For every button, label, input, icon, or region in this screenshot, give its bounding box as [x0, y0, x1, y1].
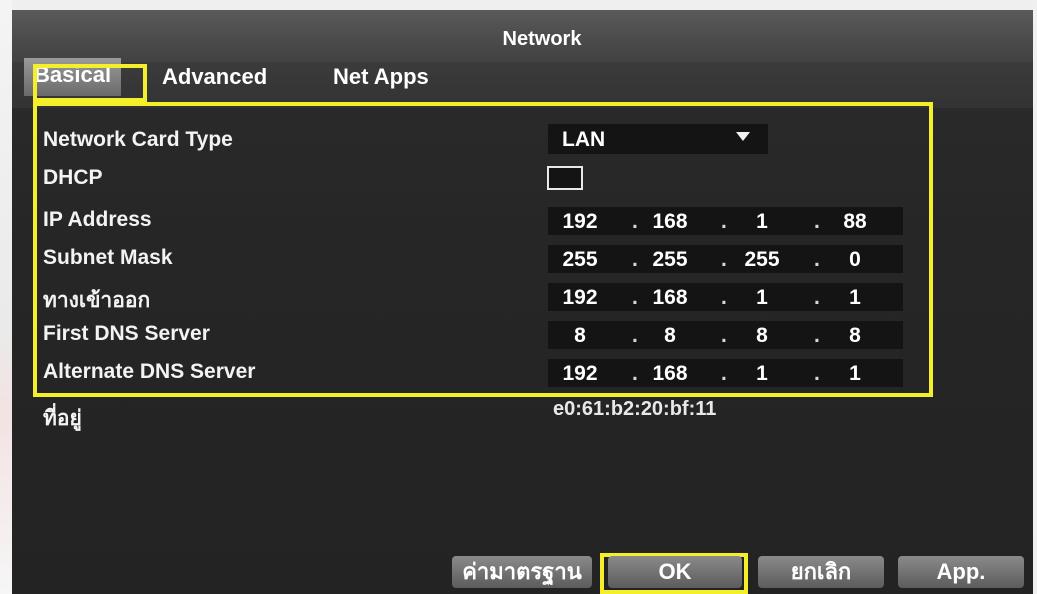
first-dns-octet-1[interactable]: 8 [556, 324, 604, 348]
tab-advanced[interactable]: Advanced [162, 64, 267, 90]
photo-border-left [0, 0, 12, 594]
chevron-down-icon [736, 132, 750, 141]
mac-address-value: e0:61:b2:20:bf:11 [553, 398, 717, 420]
tab-net-apps[interactable]: Net Apps [333, 64, 429, 90]
alternate-dns-label: Alternate DNS Server [43, 360, 256, 383]
subnet-mask-label: Subnet Mask [43, 246, 173, 269]
network-card-type-select[interactable]: LAN [548, 124, 768, 154]
ip-separator: . [814, 210, 820, 233]
dhcp-label: DHCP [43, 166, 103, 189]
gateway-octet-4[interactable]: 1 [831, 286, 879, 310]
ip-separator: . [721, 248, 727, 271]
subnet-mask-octet-3[interactable]: 255 [738, 248, 786, 272]
basical-tab-highlight [33, 64, 147, 102]
ip-separator: . [632, 286, 638, 309]
alternate-dns-octet-1[interactable]: 192 [556, 362, 604, 386]
subnet-mask-octet-1[interactable]: 255 [556, 248, 604, 272]
ip-separator: . [632, 210, 638, 233]
cancel-button[interactable]: ยกเลิก [758, 556, 884, 588]
photo-border-top [0, 0, 1037, 10]
ip-separator: . [814, 248, 820, 271]
network-card-type-value: LAN [562, 128, 606, 151]
alternate-dns-octet-4[interactable]: 1 [831, 362, 879, 386]
gateway-octet-2[interactable]: 168 [646, 286, 694, 310]
ip-separator: . [721, 324, 727, 347]
ip-address-octet-3[interactable]: 1 [738, 210, 786, 234]
dialog-title: Network [502, 28, 582, 50]
ip-separator: . [721, 210, 727, 233]
default-button[interactable]: ค่ามาตรฐาน [452, 556, 592, 588]
ip-separator: . [814, 324, 820, 347]
ip-address-octet-1[interactable]: 192 [556, 210, 604, 234]
dhcp-checkbox[interactable] [547, 166, 583, 190]
subnet-mask-octet-4[interactable]: 0 [831, 248, 879, 272]
ok-button[interactable]: OK [608, 556, 742, 588]
apply-button[interactable]: App. [898, 556, 1024, 588]
first-dns-octet-2[interactable]: 8 [646, 324, 694, 348]
network-card-type-label: Network Card Type [43, 128, 233, 151]
ip-separator: . [721, 286, 727, 309]
gateway-field[interactable]: 192 . 168 . 1 . 1 [548, 283, 903, 311]
ip-address-octet-4[interactable]: 88 [831, 210, 879, 234]
ip-separator: . [632, 324, 638, 347]
first-dns-octet-3[interactable]: 8 [738, 324, 786, 348]
title-bar: Network [12, 10, 1033, 62]
ip-separator: . [632, 248, 638, 271]
ip-separator: . [721, 362, 727, 385]
subnet-mask-octet-2[interactable]: 255 [646, 248, 694, 272]
first-dns-field[interactable]: 8 . 8 . 8 . 8 [548, 321, 903, 349]
mac-address-label: ที่อยู่ [43, 407, 82, 430]
first-dns-label: First DNS Server [43, 322, 210, 345]
alternate-dns-octet-2[interactable]: 168 [646, 362, 694, 386]
gateway-label: ทางเข้าออก [43, 289, 151, 312]
alternate-dns-octet-3[interactable]: 1 [738, 362, 786, 386]
ip-address-field[interactable]: 192 . 168 . 1 . 88 [548, 207, 903, 235]
ip-separator: . [814, 362, 820, 385]
photo-border-right [1033, 0, 1037, 594]
alternate-dns-field[interactable]: 192 . 168 . 1 . 1 [548, 359, 903, 387]
gateway-octet-1[interactable]: 192 [556, 286, 604, 310]
ip-separator: . [814, 286, 820, 309]
first-dns-octet-4[interactable]: 8 [831, 324, 879, 348]
ip-address-octet-2[interactable]: 168 [646, 210, 694, 234]
gateway-octet-3[interactable]: 1 [738, 286, 786, 310]
ip-address-label: IP Address [43, 208, 152, 231]
ip-separator: . [632, 362, 638, 385]
subnet-mask-field[interactable]: 255 . 255 . 255 . 0 [548, 245, 903, 273]
